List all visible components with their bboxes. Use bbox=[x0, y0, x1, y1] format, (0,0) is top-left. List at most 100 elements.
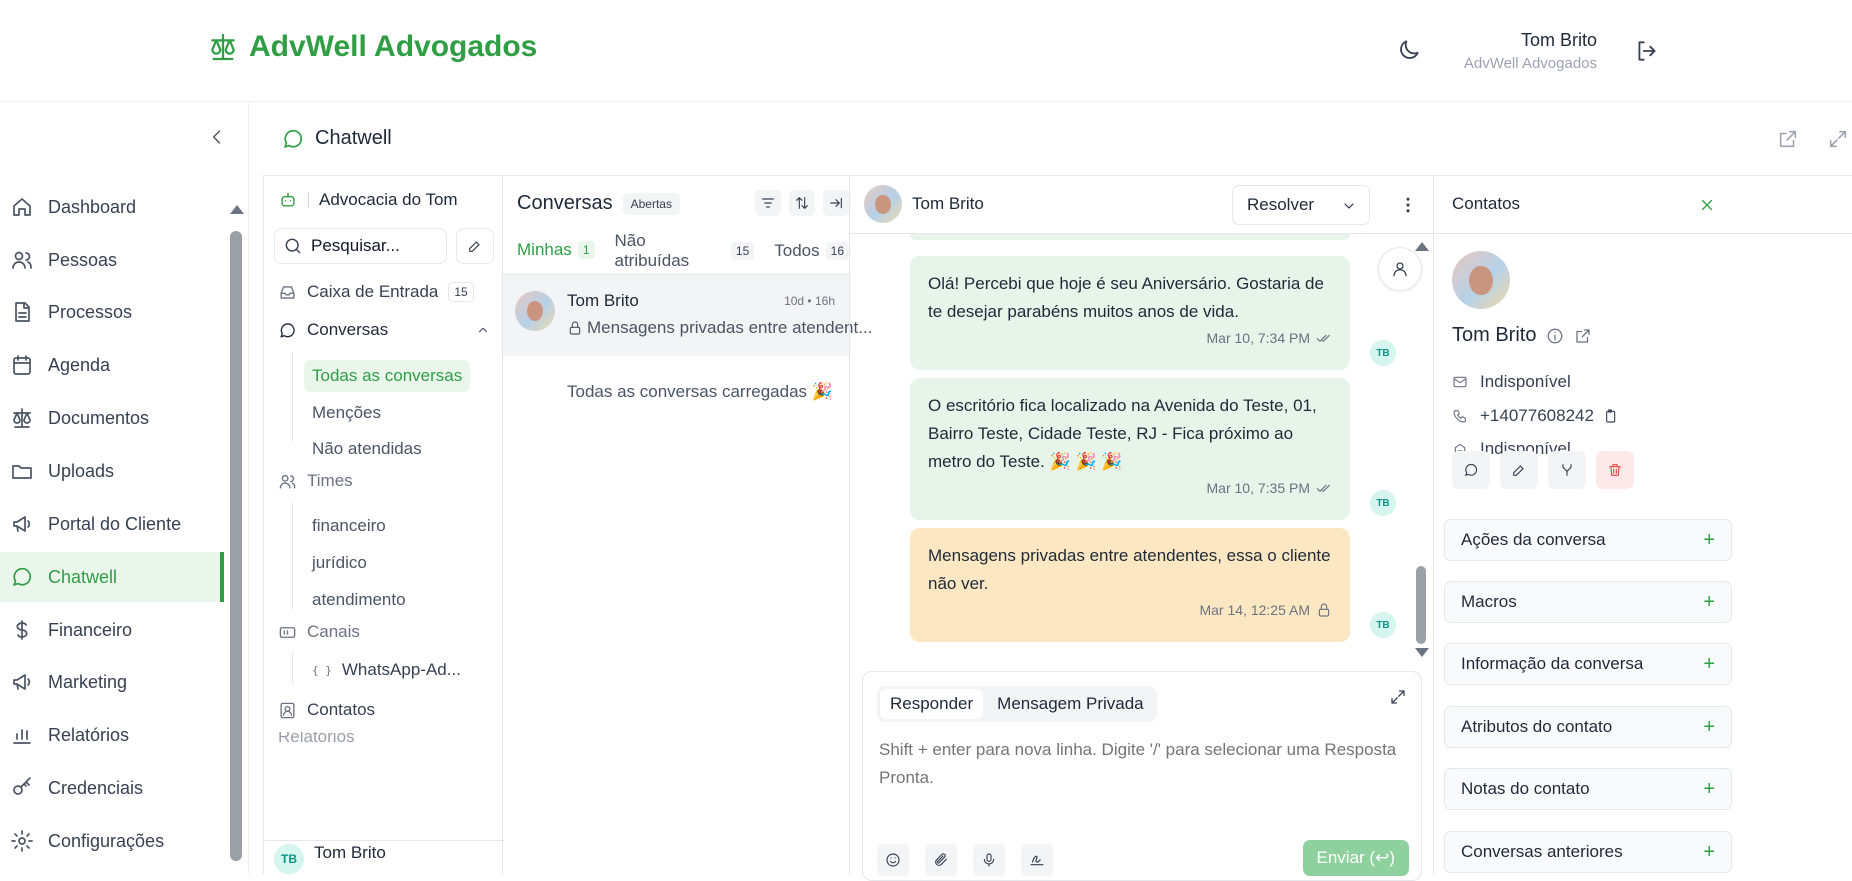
external-link-icon[interactable] bbox=[1777, 128, 1799, 150]
tab-all[interactable]: Todos 16 bbox=[774, 231, 849, 279]
close-icon[interactable] bbox=[1698, 196, 1716, 214]
conversation-item[interactable]: Tom Brito 10d • 16h Mensagens privadas e… bbox=[503, 274, 872, 356]
sidebar-item-channels[interactable]: Canais bbox=[278, 622, 360, 642]
user-org: AdvWell Advogados bbox=[1463, 55, 1597, 72]
sidebar-item-dashboard[interactable]: Dashboard bbox=[0, 182, 224, 232]
section-contact-notes[interactable]: Notas do contato + bbox=[1444, 768, 1732, 810]
home-icon bbox=[10, 195, 34, 219]
resolve-button[interactable]: Resolver bbox=[1232, 185, 1370, 225]
message-time: Mar 10, 7:34 PM bbox=[928, 328, 1332, 348]
filter-icon[interactable] bbox=[755, 190, 781, 216]
send-button[interactable]: Enviar (↩) bbox=[1302, 840, 1409, 876]
chevron-left-icon[interactable] bbox=[207, 127, 227, 147]
conversation-tabs: Minhas 1 Não atribuídas 15 Todos 16 bbox=[517, 231, 849, 279]
nav-unattended[interactable]: Não atendidas bbox=[304, 433, 430, 465]
signature-icon[interactable] bbox=[1021, 844, 1053, 876]
compose-icon[interactable] bbox=[456, 228, 494, 264]
sidebar-item-teams[interactable]: Times bbox=[278, 471, 353, 491]
avatar: TB bbox=[1370, 490, 1396, 516]
nav-mentions[interactable]: Menções bbox=[304, 397, 389, 429]
sidebar-item-contacts[interactable]: Contatos bbox=[278, 700, 375, 720]
merge-icon[interactable] bbox=[1548, 451, 1586, 489]
sidebar-item-financeiro[interactable]: Financeiro bbox=[0, 605, 224, 655]
current-user-name: Tom Brito bbox=[314, 842, 386, 862]
edit-icon[interactable] bbox=[1500, 451, 1538, 489]
section-macros[interactable]: Macros + bbox=[1444, 581, 1732, 623]
expand-icon[interactable] bbox=[1389, 688, 1407, 706]
sidebar-item-conversations[interactable]: Conversas bbox=[278, 320, 490, 340]
main-area: Chatwell Advocacia do Tom Pesquisar... C… bbox=[248, 102, 1852, 881]
section-contact-attributes[interactable]: Atributos do contato + bbox=[1444, 706, 1732, 748]
chevron-up-icon[interactable] bbox=[476, 323, 490, 337]
account-switcher[interactable]: Advocacia do Tom bbox=[278, 190, 458, 210]
message-bubble[interactable]: Olá! Percebi que hoje é seu Aniversário.… bbox=[910, 256, 1350, 370]
chat-scrollbar[interactable] bbox=[1414, 236, 1429, 657]
logout-icon[interactable] bbox=[1634, 38, 1660, 64]
section-conversation-actions[interactable]: Ações da conversa + bbox=[1444, 519, 1732, 561]
megaphone-icon bbox=[10, 670, 34, 694]
sidebar-item-pessoas[interactable]: Pessoas bbox=[0, 235, 224, 285]
tab-unassigned[interactable]: Não atribuídas 15 bbox=[615, 231, 755, 279]
team-atendimento[interactable]: atendimento bbox=[304, 584, 414, 616]
brand-logo[interactable]: AdvWell Advogados bbox=[207, 30, 537, 64]
info-icon[interactable] bbox=[1546, 327, 1564, 345]
external-link-icon[interactable] bbox=[1574, 327, 1592, 345]
sidebar-item-portal-do-cliente[interactable]: Portal do Cliente bbox=[0, 499, 224, 549]
search-input[interactable]: Pesquisar... bbox=[274, 228, 447, 264]
team-juridico[interactable]: jurídico bbox=[304, 547, 375, 579]
sidebar-item-chatwell[interactable]: Chatwell bbox=[0, 552, 224, 602]
section-previous-conversations[interactable]: Conversas anteriores + bbox=[1444, 831, 1732, 873]
sidebar-item-configura-es[interactable]: Configurações bbox=[0, 816, 224, 866]
sidebar-item-label: Processos bbox=[48, 301, 133, 322]
sidebar-item-label: Documentos bbox=[48, 407, 150, 428]
tab-mine[interactable]: Minhas 1 bbox=[517, 231, 595, 279]
dollar-icon bbox=[10, 618, 34, 642]
copy-icon[interactable] bbox=[1602, 408, 1618, 424]
section-conversation-info[interactable]: Informação da conversa + bbox=[1444, 643, 1732, 685]
private-message-bubble[interactable]: Mensagens privadas entre atendentes, ess… bbox=[910, 528, 1350, 642]
team-financeiro[interactable]: financeiro bbox=[304, 510, 394, 542]
calendar-icon bbox=[10, 353, 34, 377]
all-loaded-text: Todas as conversas carregadas 🎉 bbox=[567, 382, 833, 401]
tab-reply[interactable]: Responder bbox=[880, 689, 984, 719]
plus-icon: + bbox=[1703, 715, 1715, 738]
sidebar-item-processos[interactable]: Processos bbox=[0, 287, 224, 337]
emoji-icon[interactable] bbox=[877, 844, 909, 876]
sidebar-item-documentos[interactable]: Documentos bbox=[0, 393, 224, 443]
current-user[interactable]: TB Tom Brito bbox=[264, 840, 504, 876]
channels-label: Canais bbox=[307, 622, 360, 641]
moon-icon[interactable] bbox=[1396, 37, 1422, 63]
more-vertical-icon[interactable] bbox=[1398, 195, 1418, 215]
chat-icon[interactable] bbox=[1452, 451, 1490, 489]
microphone-icon[interactable] bbox=[973, 844, 1005, 876]
collapse-right-icon[interactable] bbox=[823, 190, 849, 216]
status-badge[interactable]: Abertas bbox=[622, 192, 680, 215]
channel-whatsapp[interactable]: { } WhatsApp-Ad... bbox=[312, 660, 461, 680]
message-input[interactable] bbox=[879, 736, 1399, 806]
nav-all-conversations[interactable]: Todas as conversas bbox=[304, 360, 471, 392]
trash-icon[interactable] bbox=[1596, 451, 1634, 489]
sidebar-item-inbox[interactable]: Caixa de Entrada 15 bbox=[278, 282, 474, 302]
attachment-icon[interactable] bbox=[925, 844, 957, 876]
list-header: Conversas Abertas bbox=[517, 192, 680, 215]
sidebar-item-agenda[interactable]: Agenda bbox=[0, 340, 224, 390]
user-menu[interactable]: Tom Brito AdvWell Advogados bbox=[1464, 30, 1597, 72]
contact-name-row: Tom Brito bbox=[1452, 324, 1592, 347]
sidebar-scrollbar[interactable] bbox=[229, 205, 244, 865]
sidebar-item-uploads[interactable]: Uploads bbox=[0, 446, 224, 496]
phone-icon bbox=[1452, 408, 1468, 424]
sidebar-item-relat-rios[interactable]: Relatórios bbox=[0, 710, 224, 760]
sidebar-item-reports[interactable]: Relatórios bbox=[278, 732, 355, 742]
sort-icon[interactable] bbox=[789, 190, 815, 216]
sidebar-item-label: Dashboard bbox=[48, 196, 137, 217]
sidebar-item-marketing[interactable]: Marketing bbox=[0, 657, 224, 707]
message-time: Mar 10, 7:35 PM bbox=[928, 478, 1332, 498]
sidebar-item-credenciais[interactable]: Credenciais bbox=[0, 763, 224, 813]
message-bubble[interactable]: O escritório fica localizado na Avenida … bbox=[910, 378, 1350, 520]
avatar[interactable] bbox=[864, 185, 902, 223]
avatar: TB bbox=[1370, 612, 1396, 638]
chat-contact-name[interactable]: Tom Brito bbox=[912, 194, 984, 214]
tab-private-message[interactable]: Mensagem Privada bbox=[987, 689, 1153, 719]
fullscreen-icon[interactable] bbox=[1827, 128, 1849, 150]
double-check-icon bbox=[1316, 330, 1332, 346]
